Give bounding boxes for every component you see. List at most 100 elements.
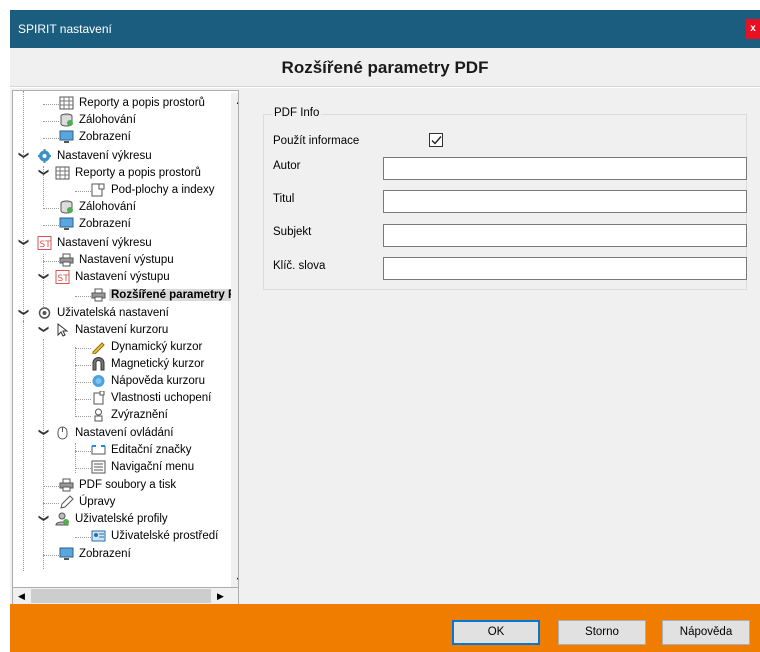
grid-report-icon bbox=[59, 96, 74, 110]
tree-item-13[interactable]: ❯ Nastavení kurzoru bbox=[13, 322, 223, 339]
monitor-icon bbox=[59, 217, 74, 230]
tree-item-10[interactable]: ❯ ST Nastavení výstupu bbox=[13, 269, 223, 286]
help-bubble-icon bbox=[92, 375, 105, 387]
cancel-button[interactable]: Storno bbox=[558, 620, 646, 645]
tree-item-label: Rozšířené parametry PDF bbox=[109, 289, 238, 301]
tree-item-14[interactable]: Dynamický kurzor bbox=[13, 339, 223, 356]
menu-list-icon bbox=[91, 460, 106, 474]
tree-vertical-scrollbar[interactable]: ▲ ▼ bbox=[231, 93, 238, 587]
use-info-label: Použít informace bbox=[273, 135, 360, 147]
tree-item-label: Nastavení kurzoru bbox=[75, 324, 169, 336]
ok-button[interactable]: OK bbox=[452, 620, 540, 645]
dialog-button-bar: OK Storno Nápověda bbox=[10, 604, 760, 652]
tree-item-19[interactable]: ❯ Nastavení ovládání bbox=[13, 425, 223, 442]
pen-icon bbox=[60, 495, 74, 509]
tree-item-label: Nastavení výkresu bbox=[57, 237, 152, 249]
tree-item-16[interactable]: Nápověda kurzoru bbox=[13, 373, 223, 390]
settings-tree[interactable]: Reporty a popis prostorů Zálohování Zobr… bbox=[12, 90, 239, 588]
tree-item-25[interactable]: Uživatelské prostředí bbox=[13, 528, 223, 545]
tree-item-6[interactable]: Zálohování bbox=[13, 199, 223, 216]
st-icon: ST bbox=[55, 270, 70, 284]
tree-item-9[interactable]: Nastavení výstupu bbox=[13, 252, 223, 269]
tree-item-label: Editační značky bbox=[111, 444, 192, 456]
tree-item-1[interactable]: Zálohování bbox=[13, 112, 223, 129]
tree-item-label: Reporty a popis prostorů bbox=[75, 167, 201, 179]
tree-item-label: Nastavení ovládání bbox=[75, 427, 174, 439]
keywords-field[interactable] bbox=[383, 257, 747, 280]
user-card-icon bbox=[91, 530, 106, 542]
tree-item-24[interactable]: ❯ Uživatelské profily bbox=[13, 511, 223, 528]
tree-item-label: Vlastnosti uchopení bbox=[111, 392, 212, 404]
chevron-down-icon[interactable]: ❯ bbox=[35, 272, 49, 282]
tree-item-17[interactable]: Vlastnosti uchopení bbox=[13, 390, 223, 407]
tree-item-label: PDF soubory a tisk bbox=[79, 479, 177, 491]
chevron-down-icon[interactable]: ❯ bbox=[35, 428, 49, 438]
snap-icon bbox=[93, 391, 105, 405]
tree-item-5[interactable]: Pod-plochy a indexy bbox=[13, 182, 223, 199]
tree-horizontal-scrollbar[interactable]: ◀ ▶ bbox=[12, 588, 239, 605]
grid-report-icon bbox=[55, 166, 70, 180]
tree-item-18[interactable]: Zvýraznění bbox=[13, 407, 223, 424]
tree-item-21[interactable]: Navigační menu bbox=[13, 459, 223, 476]
tree-item-label: Zobrazení bbox=[79, 131, 131, 143]
tree-item-23[interactable]: Úpravy bbox=[13, 494, 223, 511]
svg-text:ST: ST bbox=[58, 274, 70, 284]
subject-label: Subjekt bbox=[273, 226, 312, 238]
scroll-right-icon[interactable]: ▶ bbox=[212, 588, 229, 604]
scroll-up-icon[interactable]: ▲ bbox=[231, 93, 238, 110]
pdf-info-legend: PDF Info bbox=[272, 107, 322, 119]
tree-item-15[interactable]: Magnetický kurzor bbox=[13, 356, 223, 373]
tree-item-4[interactable]: ❯ Reporty a popis prostorů bbox=[13, 165, 223, 182]
close-icon[interactable]: x bbox=[746, 19, 760, 39]
tree-item-label: Navigační menu bbox=[111, 461, 195, 473]
tree-item-11-selected[interactable]: Rozšířené parametry PDF bbox=[13, 287, 238, 304]
chevron-down-icon[interactable]: ❯ bbox=[35, 168, 49, 178]
title-label: Titul bbox=[273, 193, 295, 205]
svg-text:ST: ST bbox=[40, 240, 52, 250]
tree-item-7[interactable]: Zobrazení bbox=[13, 216, 223, 233]
st-icon: ST bbox=[37, 236, 52, 250]
tree-item-12[interactable]: ❯ Uživatelská nastavení bbox=[13, 305, 223, 322]
tree-item-label: Uživatelské prostředí bbox=[111, 530, 219, 542]
help-button[interactable]: Nápověda bbox=[662, 620, 750, 645]
tree-item-26[interactable]: Zobrazení bbox=[13, 546, 223, 563]
magnet-icon bbox=[92, 357, 105, 371]
highlight-icon bbox=[94, 408, 103, 422]
scroll-left-icon[interactable]: ◀ bbox=[13, 588, 30, 604]
page-header: Rozšířené parametry PDF bbox=[10, 48, 760, 87]
chevron-down-icon[interactable]: ❯ bbox=[35, 514, 49, 524]
page-title: Rozšířené parametry PDF bbox=[281, 58, 489, 77]
tree-item-label: Zobrazení bbox=[79, 218, 131, 230]
author-label: Autor bbox=[273, 160, 301, 172]
printer-icon bbox=[59, 253, 74, 267]
tree-item-22[interactable]: PDF soubory a tisk bbox=[13, 477, 223, 494]
chevron-down-icon[interactable]: ❯ bbox=[15, 238, 29, 248]
cursor-arrow-icon bbox=[57, 323, 69, 337]
scroll-thumb[interactable] bbox=[31, 589, 211, 603]
mouse-icon bbox=[57, 426, 68, 440]
tree-item-3[interactable]: ❯ Nastavení výkresu bbox=[13, 148, 223, 165]
chevron-down-icon[interactable]: ❯ bbox=[15, 308, 29, 318]
tree-item-label: Reporty a popis prostorů bbox=[79, 97, 205, 109]
tree-item-label: Zvýraznění bbox=[111, 409, 168, 421]
tree-item-20[interactable]: Editační značky bbox=[13, 442, 223, 459]
tree-item-0[interactable]: Reporty a popis prostorů bbox=[13, 95, 223, 112]
title-field[interactable] bbox=[383, 190, 747, 213]
tree-item-label: Pod-plochy a indexy bbox=[111, 184, 215, 196]
tree-item-label: Nápověda kurzoru bbox=[111, 375, 205, 387]
scroll-down-icon[interactable]: ▼ bbox=[231, 572, 238, 587]
tree-item-label: Uživatelské profily bbox=[75, 513, 168, 525]
tree-item-label: Magnetický kurzor bbox=[111, 358, 205, 370]
tree-item-2[interactable]: Zobrazení bbox=[13, 129, 223, 146]
monitor-icon bbox=[59, 130, 74, 143]
tree-item-label: Dynamický kurzor bbox=[111, 341, 203, 353]
keywords-label: Klíč. slova bbox=[273, 260, 326, 272]
content-area: Reporty a popis prostorů Zálohování Zobr… bbox=[10, 88, 760, 605]
gear-icon bbox=[38, 149, 51, 163]
chevron-down-icon[interactable]: ❯ bbox=[35, 325, 49, 335]
author-field[interactable] bbox=[383, 157, 747, 180]
chevron-down-icon[interactable]: ❯ bbox=[15, 151, 29, 161]
use-info-checkbox[interactable] bbox=[429, 133, 443, 147]
subject-field[interactable] bbox=[383, 224, 747, 247]
tree-item-8[interactable]: ❯ ST Nastavení výkresu bbox=[13, 235, 223, 252]
